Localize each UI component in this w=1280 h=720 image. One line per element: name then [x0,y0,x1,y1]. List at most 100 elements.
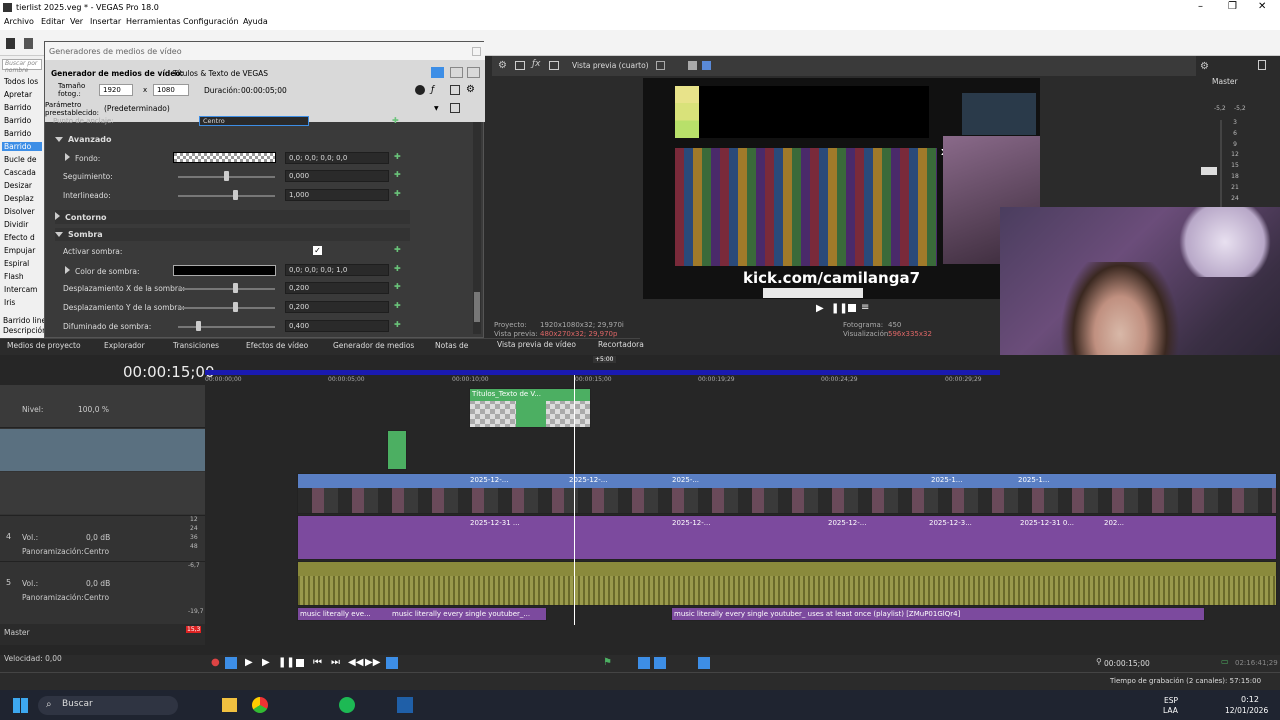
anchor-dropdown[interactable]: Centro [199,116,309,126]
video-clip-row[interactable]: 2025-12-... 2025-12-... 2025-... 2025-1.… [297,473,1277,514]
taskbar-search-box[interactable] [38,696,178,715]
list-item[interactable]: Flash [4,272,24,281]
list-item[interactable]: Desplaz [4,194,34,203]
track-header-audio-5[interactable]: 5 Vol.: 0,0 dB Panoramización: Centro [0,561,205,606]
list-item[interactable]: Bucle de [4,155,36,164]
list-item[interactable]: Barrido [4,116,31,125]
shadow-x-slider[interactable] [233,283,239,293]
settings-gear-icon[interactable]: ⚙ [466,84,475,95]
tab-notes[interactable]: Notas de [435,341,468,350]
save-snapshot-icon[interactable] [702,61,711,70]
grid-view-icon[interactable] [467,67,480,78]
list-item[interactable]: Efecto d [4,233,35,242]
minimize-icon[interactable]: – [1198,1,1203,12]
stop-icon[interactable] [296,659,304,667]
menu-icon[interactable]: ≡ [861,302,869,313]
small-title-clip[interactable] [387,430,407,470]
language[interactable]: ESP [1164,696,1178,705]
leading-value[interactable]: 1,000 [285,189,389,201]
keyframe-pin-icon[interactable]: ✚ [394,170,401,179]
taskbar-search-label[interactable]: Buscar [62,699,93,709]
file-explorer-icon[interactable] [222,698,237,712]
list-item-selected[interactable]: Barrido [2,142,42,151]
list-item[interactable]: Todos los [4,77,38,86]
loop-icon[interactable] [225,657,237,669]
tab-video-fx[interactable]: Efectos de vídeo [246,341,308,350]
close-icon[interactable] [472,47,481,56]
tab-transitions[interactable]: Transiciones [173,341,219,350]
tracking-slider[interactable] [224,171,229,181]
go-to-start-icon[interactable]: ⏮ [313,657,322,668]
list-item[interactable]: Cascada [4,168,36,177]
clock-time[interactable]: 0:12 [1241,695,1259,704]
playhead[interactable] [574,375,575,625]
go-to-end-icon[interactable]: ⏭ [331,657,340,668]
shadow-blur-value[interactable]: 0,400 [285,320,389,332]
loop-region[interactable] [205,370,1000,375]
play-icon[interactable]: ▶ [262,657,270,668]
section-shadow[interactable]: Sombra [55,228,410,241]
shadow-enable-checkbox[interactable]: ✓ [313,246,322,255]
overlays-icon[interactable] [656,61,665,70]
menu-ayuda[interactable]: Ayuda [243,17,268,26]
marker-icon[interactable]: ⚑ [603,657,612,668]
open-icon[interactable] [24,38,33,49]
volume-value[interactable]: 0,0 dB [86,579,110,588]
duration-value[interactable]: 00:00:05;00 [241,86,287,95]
preset-dropdown[interactable]: (Predeterminado) [101,102,443,114]
shadow-x-value[interactable]: 0,200 [285,282,389,294]
snap-icon[interactable] [638,657,650,669]
menu-configuracion[interactable]: Configuración [183,17,239,26]
tracking-value[interactable]: 0,000 [285,170,389,182]
auto-ripple-icon[interactable] [698,657,710,669]
shadow-blur-slider[interactable] [196,321,202,331]
clock-date[interactable]: 12/01/2026 [1225,706,1268,715]
list-view-icon[interactable] [450,67,463,78]
menu-herramientas[interactable]: Herramientas [126,17,181,26]
maximize-icon[interactable]: ❐ [1228,1,1237,12]
list-item[interactable]: Espiral [4,259,29,268]
level-value[interactable]: 100,0 % [78,405,109,414]
track-header-audio-4[interactable]: 4 Vol.: 0,0 dB Panoramización: Centro [0,515,205,560]
audio-clip-row-5[interactable] [297,561,1277,606]
pan-value[interactable]: Centro [84,593,109,602]
shadow-color-swatch[interactable] [173,265,276,276]
music-clip[interactable]: music literally every single youtuber_ u… [671,607,1205,621]
menu-insertar[interactable]: Insertar [90,17,121,26]
chevron-down-icon[interactable]: ▼ [434,105,439,112]
fx-icon[interactable]: ƒ [431,85,434,95]
leading-slider[interactable] [233,190,239,200]
windows-start-icon[interactable] [13,698,28,713]
vegas-icon[interactable] [397,697,413,713]
background-color-swatch[interactable] [173,152,276,163]
volume-value[interactable]: 0,0 dB [86,533,110,542]
auto-crossfade-icon[interactable] [654,657,666,669]
list-item[interactable]: Iris [4,298,15,307]
keyframe-pin-icon[interactable]: ✚ [394,301,401,310]
list-item[interactable]: Barrido [4,103,31,112]
keyframe-pin-icon[interactable]: ✚ [392,116,399,125]
split-screen-icon[interactable] [549,61,559,70]
shadow-y-slider[interactable] [233,302,239,312]
height-field[interactable]: 1080 [153,84,189,96]
menu-archivo[interactable]: Archivo [4,17,34,26]
settings-gear-icon[interactable]: ⚙ [498,60,507,71]
help-icon[interactable] [415,85,425,95]
record-icon[interactable]: ● [211,657,220,668]
meter-settings-icon[interactable] [1258,60,1266,70]
effects-search-input[interactable]: Buscar por nombre [2,59,42,74]
tab-project-media[interactable]: Medios de proyecto [7,341,81,350]
next-frame-icon[interactable]: ▶▶ [365,657,380,668]
close-icon[interactable]: ✕ [1258,1,1266,12]
list-item[interactable]: Empujar [4,246,35,255]
list-item[interactable]: Dividir [4,220,28,229]
stop-icon[interactable] [848,304,856,312]
keyframe-pin-icon[interactable]: ✚ [394,320,401,329]
keyboard-layout[interactable]: LAA [1163,706,1178,715]
project-properties-icon[interactable] [515,61,525,70]
title-clip[interactable]: Títulos_Texto de V... [469,388,591,428]
menu-editar[interactable]: Editar [41,17,65,26]
pan-value[interactable]: Centro [84,547,109,556]
save-preset-icon[interactable] [450,103,460,113]
list-item[interactable]: Desizar [4,181,32,190]
